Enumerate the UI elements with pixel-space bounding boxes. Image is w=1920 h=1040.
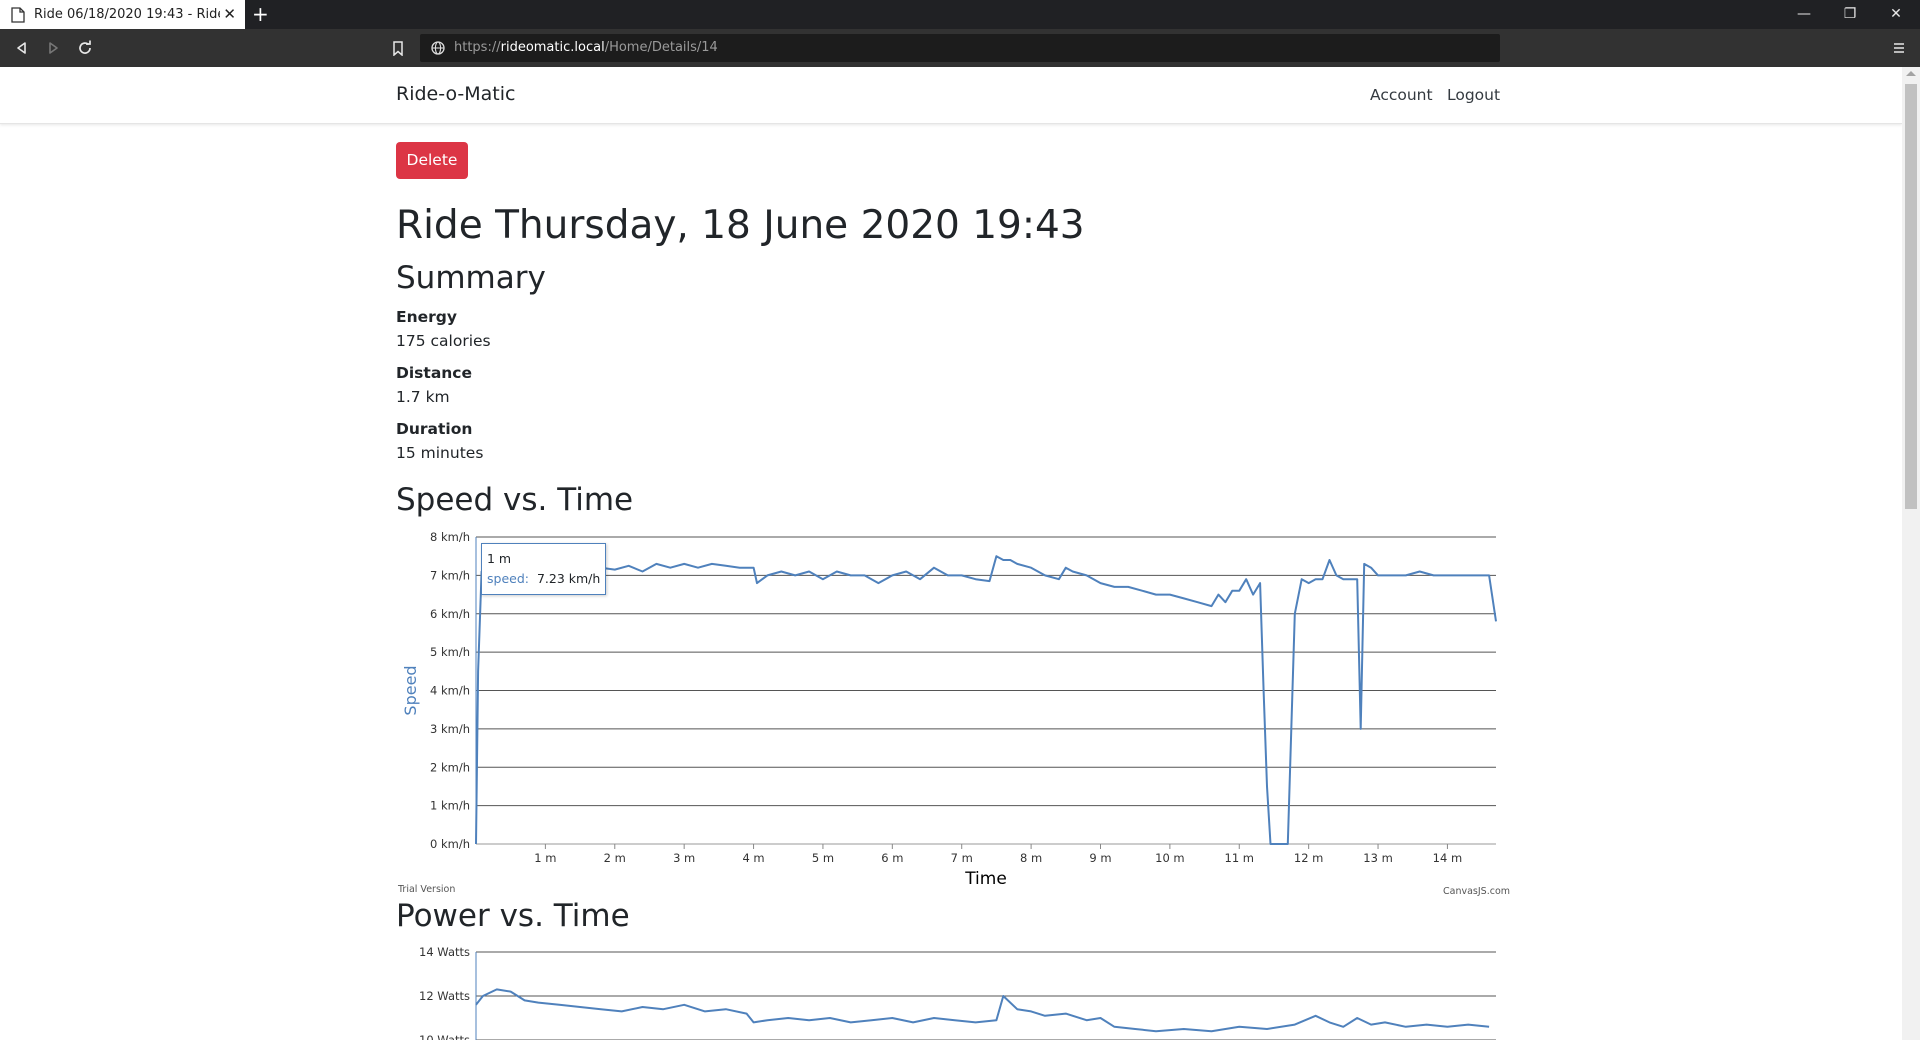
speed-x-tick-label: 11 m bbox=[1225, 851, 1255, 865]
power-y-tick-label: 10 Watts bbox=[419, 1033, 470, 1040]
forward-button[interactable] bbox=[40, 29, 66, 67]
speed-y-tick-label: 6 km/h bbox=[430, 607, 470, 621]
menu-button[interactable] bbox=[1886, 29, 1912, 67]
close-window-icon[interactable]: ✕ bbox=[1876, 0, 1916, 29]
back-button[interactable] bbox=[9, 29, 35, 67]
speed-x-tick-label: 3 m bbox=[673, 851, 695, 865]
speed-y-tick-label: 0 km/h bbox=[430, 837, 470, 851]
site-navbar: Ride-o-Matic Account Logout bbox=[0, 67, 1902, 124]
url-host: rideomatic.local bbox=[500, 40, 605, 55]
power-y-tick-label: 12 Watts bbox=[419, 989, 470, 1003]
speed-x-tick-label: 14 m bbox=[1433, 851, 1463, 865]
speed-x-tick-label: 9 m bbox=[1089, 851, 1111, 865]
energy-value: 175 calories bbox=[396, 332, 491, 350]
speed-chart-heading: Speed vs. Time bbox=[396, 482, 634, 518]
power-chart[interactable]: 14 Watts 12 Watts 10 Watts bbox=[396, 940, 1506, 1040]
browser-tab[interactable]: Ride 06/18/2020 19:43 - Ride-o-Matic ✕ bbox=[0, 0, 245, 29]
hamburger-menu-icon bbox=[1894, 43, 1904, 53]
distance-value: 1.7 km bbox=[396, 388, 450, 406]
power-y-tick-label: 14 Watts bbox=[419, 945, 470, 959]
trial-version-text: Trial Version bbox=[398, 884, 456, 895]
speed-x-tick-label: 13 m bbox=[1363, 851, 1393, 865]
speed-y-tick-label: 5 km/h bbox=[430, 645, 470, 659]
tooltip-value: 7.23 km/h bbox=[536, 571, 601, 586]
speed-y-axis-label: Speed bbox=[401, 665, 420, 715]
speed-x-tick-label: 10 m bbox=[1155, 851, 1185, 865]
forward-icon bbox=[49, 42, 58, 54]
browser-tab-strip: Ride 06/18/2020 19:43 - Ride-o-Matic ✕ +… bbox=[0, 0, 1920, 29]
tab-title: Ride 06/18/2020 19:43 - Ride-o-Matic bbox=[34, 7, 220, 22]
canvasjs-credit[interactable]: CanvasJS.com bbox=[1443, 886, 1510, 897]
account-link[interactable]: Account bbox=[1370, 86, 1433, 104]
speed-x-tick-label: 4 m bbox=[742, 851, 764, 865]
close-tab-icon[interactable]: ✕ bbox=[223, 0, 236, 29]
url-text: https://rideomatic.local/Home/Details/14 bbox=[454, 34, 718, 62]
minimize-icon[interactable]: — bbox=[1784, 0, 1824, 29]
speed-x-tick-label: 8 m bbox=[1020, 851, 1042, 865]
back-icon bbox=[17, 42, 26, 54]
speed-x-tick-label: 5 m bbox=[812, 851, 834, 865]
logout-link[interactable]: Logout bbox=[1447, 86, 1500, 104]
speed-x-tick-label: 2 m bbox=[604, 851, 626, 865]
power-chart-heading: Power vs. Time bbox=[396, 898, 630, 934]
restore-icon[interactable]: ❐ bbox=[1830, 0, 1870, 29]
speed-x-tick-label: 6 m bbox=[881, 851, 903, 865]
url-path: /Home/Details/14 bbox=[604, 40, 718, 55]
reload-icon bbox=[79, 40, 91, 54]
scroll-up-arrow-icon[interactable] bbox=[1906, 71, 1916, 76]
speed-x-tick-label: 7 m bbox=[951, 851, 973, 865]
address-bar[interactable]: https://rideomatic.local/Home/Details/14 bbox=[420, 34, 1500, 62]
reload-button[interactable] bbox=[72, 29, 98, 67]
speed-y-tick-label: 7 km/h bbox=[430, 568, 470, 582]
energy-label: Energy bbox=[396, 308, 457, 326]
bookmark-icon bbox=[393, 40, 403, 56]
page-title: Ride Thursday, 18 June 2020 19:43 bbox=[396, 203, 1085, 248]
speed-y-tick-label: 8 km/h bbox=[430, 530, 470, 544]
speed-x-tick-label: 12 m bbox=[1294, 851, 1324, 865]
tooltip-time: 1 m bbox=[487, 551, 512, 566]
brand-link[interactable]: Ride-o-Matic bbox=[396, 83, 515, 105]
globe-icon bbox=[431, 41, 445, 55]
speed-series-line bbox=[475, 555, 1497, 845]
bookmark-button[interactable] bbox=[385, 29, 411, 67]
tooltip-key: speed: bbox=[487, 571, 529, 586]
speed-y-tick-label: 2 km/h bbox=[430, 760, 470, 774]
url-scheme: https:// bbox=[454, 40, 501, 55]
speed-y-tick-label: 4 km/h bbox=[430, 684, 470, 698]
new-tab-button[interactable]: + bbox=[252, 0, 269, 29]
speed-y-tick-label: 1 km/h bbox=[430, 799, 470, 813]
speed-x-axis-label: Time bbox=[964, 869, 1007, 889]
browser-toolbar: https://rideomatic.local/Home/Details/14 bbox=[0, 29, 1920, 67]
speed-y-tick-label: 3 km/h bbox=[430, 722, 470, 736]
delete-button[interactable]: Delete bbox=[396, 142, 468, 179]
duration-value: 15 minutes bbox=[396, 444, 484, 462]
distance-label: Distance bbox=[396, 364, 473, 382]
summary-heading: Summary bbox=[396, 260, 546, 296]
document-icon bbox=[11, 6, 25, 23]
speed-x-tick-label: 1 m bbox=[534, 851, 556, 865]
speed-tooltip: 1 m speed: 7.23 km/h bbox=[481, 543, 607, 595]
duration-label: Duration bbox=[396, 420, 473, 438]
scrollbar-thumb[interactable] bbox=[1905, 84, 1917, 509]
